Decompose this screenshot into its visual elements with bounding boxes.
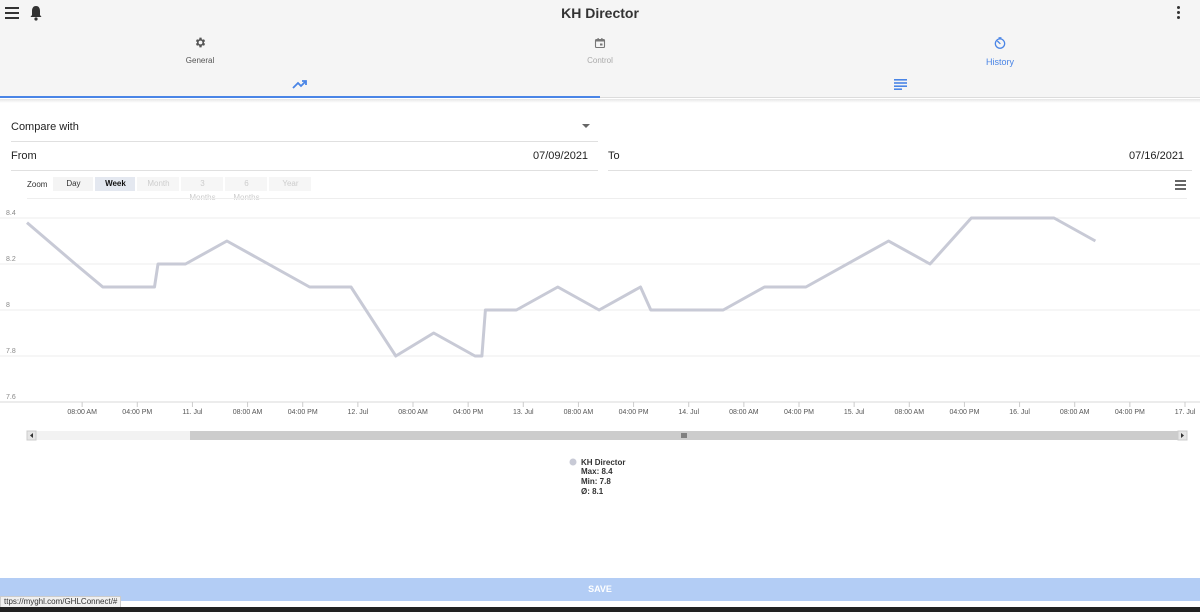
y-tick-label: 8.4 [6,210,16,217]
x-tick-label: 14. Jul [678,409,699,416]
x-tick-label: 08:00 AM [564,409,594,416]
x-tick-label: 04:00 PM [453,409,483,416]
tab-control[interactable]: Control [400,28,800,70]
x-tick-label: 08:00 AM [233,409,263,416]
y-tick-label: 7.6 [6,394,16,401]
more-options-icon[interactable] [1172,6,1184,20]
zoom-year-button[interactable]: Year [269,177,312,191]
x-tick-label: 04:00 PM [288,409,318,416]
tab-general-label: General [185,56,215,65]
legend-max: Max: 8.4 [581,467,613,476]
zoom-day-button[interactable]: Day [53,177,94,191]
tab-general[interactable]: General [0,28,400,70]
series-kh-director-line [26,216,1097,358]
x-tick-label: 04:00 PM [949,409,979,416]
x-tick-label: 13. Jul [513,409,534,416]
gear-icon [195,37,205,48]
history-icon [994,37,1006,49]
x-tick-label: 08:00 AM [729,409,759,416]
legend-series-name: KH Director [581,458,625,467]
main-tabs: General Control History [0,28,1200,70]
x-tick-label: 04:00 PM [619,409,649,416]
calendar-icon [594,38,606,49]
tab-control-label: Control [587,56,613,65]
zoom-6months-button[interactable]: 6 Months [225,177,268,202]
x-tick-label: 08:00 AM [894,409,924,416]
x-tick-label: 11. Jul [182,409,203,416]
x-tick-label: 08:00 AM [67,409,97,416]
x-tick-label: 08:00 AM [398,409,428,416]
compare-with-select[interactable]: Compare with [11,121,79,133]
tab-chart-view[interactable] [0,70,600,98]
to-date-input[interactable]: 07/16/2021 [1129,150,1184,162]
y-tick-label: 8.2 [6,256,16,263]
chart-legend[interactable]: KH Director Max: 8.4 Min: 7.8 Ø: 8.1 [569,458,626,496]
y-tick-label: 7.8 [6,348,16,355]
tab-history-label: History [985,57,1014,67]
header-shadow [0,99,1200,103]
navigator-scrollbar[interactable] [26,430,1188,441]
to-label: To [608,150,620,162]
x-tick-label: 16. Jul [1009,409,1030,416]
from-label: From [11,150,37,162]
x-tick-label: 04:00 PM [1115,409,1145,416]
app-title: KH Director [561,5,639,21]
chart-menu-icon[interactable] [1175,180,1186,192]
from-date-input[interactable]: 07/09/2021 [533,150,588,162]
zoom-bar: Zoom Day Week Month 3 Months 6 Months Ye… [27,177,313,202]
x-tick-label: 15. Jul [844,409,865,416]
kh-history-chart: 7.67.888.28.4 08:00 AM 04:00 PM 11. Jul 08:… [0,210,1200,496]
x-tick-label: 12. Jul [348,409,369,416]
save-button[interactable]: SAVE [0,578,1200,601]
from-underline [11,170,598,171]
top-app-bar: KH Director [0,0,1200,28]
screen-bottom-edge [0,607,1200,612]
x-tick-label: 17. Jul [1175,409,1196,416]
chart-y-ticks: 7.6 7.8 8 8.2 8.4 [6,210,16,401]
list-icon [893,78,907,90]
tab-list-view[interactable] [600,70,1200,97]
zoom-label: Zoom [27,179,48,189]
legend-min: Min: 7.8 [581,477,611,486]
compare-underline [11,141,598,142]
zoom-month-button[interactable]: Month [137,177,180,191]
chart-x-ticks: 08:00 AM 04:00 PM 11. Jul 08:00 AM 04:00 PM 1… [67,402,1196,416]
zoom-week-button[interactable]: Week [95,177,136,191]
x-tick-label: 04:00 PM [122,409,152,416]
tab-history[interactable]: History [800,28,1200,70]
legend-marker [569,458,577,466]
x-tick-label: 04:00 PM [784,409,814,416]
y-tick-label: 8 [6,302,10,309]
x-tick-label: 08:00 AM [1060,409,1090,416]
zoom-3months-button[interactable]: 3 Months [181,177,224,202]
chevron-down-icon[interactable] [582,124,590,128]
legend-average: Ø: 8.1 [581,487,604,496]
trending-up-icon [292,79,307,89]
to-underline [608,170,1192,171]
sub-tabs [0,70,1200,98]
